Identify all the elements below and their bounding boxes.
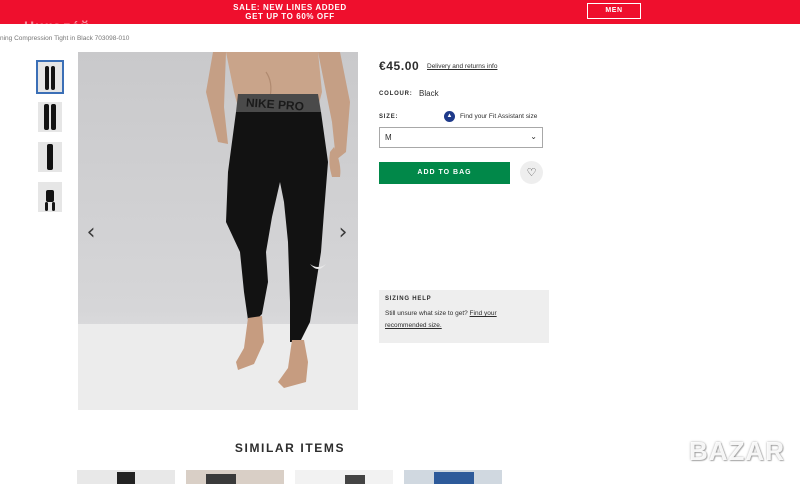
size-select[interactable]: M ⌄ bbox=[379, 127, 543, 148]
colour-label: COLOUR: bbox=[379, 91, 413, 97]
banner-line-1: SALE: NEW LINES ADDED bbox=[233, 3, 347, 12]
size-selected-value: M bbox=[385, 133, 392, 142]
chevron-down-icon: ⌄ bbox=[530, 132, 537, 141]
thumbnail-2[interactable] bbox=[38, 102, 62, 132]
fit-assistant-icon[interactable]: ▲ bbox=[444, 111, 455, 122]
thumbnail-list bbox=[36, 60, 64, 222]
recommended-size-link-part2[interactable]: recommended size. bbox=[385, 322, 442, 329]
product-image[interactable]: NIKE PRO ‹ › bbox=[78, 52, 358, 410]
watermark-logo: BAZAR bbox=[689, 436, 785, 466]
similar-item-card[interactable] bbox=[186, 470, 284, 484]
model-figure: NIKE PRO bbox=[206, 52, 350, 388]
delivery-returns-link[interactable]: Delivery and returns info bbox=[427, 63, 497, 70]
similar-item-card[interactable] bbox=[404, 470, 502, 484]
fit-assistant-link[interactable]: Find your Fit Assistant size bbox=[460, 113, 537, 120]
sizing-help-text: Still unsure what size to get? Find your… bbox=[385, 308, 543, 332]
sizing-help-title: SIZING HELP bbox=[385, 296, 432, 302]
colour-value: Black bbox=[419, 89, 439, 98]
sizing-help-panel: SIZING HELP Still unsure what size to ge… bbox=[379, 290, 549, 343]
size-label: SIZE: bbox=[379, 114, 399, 120]
similar-items-title: SIMILAR ITEMS bbox=[234, 441, 346, 455]
thumbnail-4[interactable] bbox=[38, 182, 62, 212]
thumbnail-3[interactable] bbox=[38, 142, 62, 172]
banner-line-2: GET UP TO 60% OFF bbox=[245, 12, 335, 21]
previous-image-icon[interactable]: ‹ bbox=[84, 222, 98, 244]
heart-icon[interactable]: ♡ bbox=[520, 161, 543, 184]
similar-item-card[interactable] bbox=[295, 470, 393, 484]
similar-item-card[interactable] bbox=[77, 470, 175, 484]
breadcrumb: ning Compression Tight in Black 703098-0… bbox=[0, 35, 130, 42]
men-button[interactable]: MEN bbox=[587, 3, 641, 19]
thumbnail-1[interactable] bbox=[36, 60, 64, 94]
sale-banner[interactable]: SALE: NEW LINES ADDED GET UP TO 60% OFF … bbox=[0, 0, 800, 34]
watermark-text: Никола́й bbox=[24, 18, 91, 34]
price: €45.00 bbox=[379, 59, 420, 73]
recommended-size-link-part1[interactable]: Find your bbox=[470, 310, 497, 317]
sizing-help-body: Still unsure what size to get? bbox=[385, 310, 470, 317]
add-to-bag-button[interactable]: ADD TO BAG bbox=[379, 162, 510, 184]
next-image-icon[interactable]: › bbox=[336, 222, 350, 244]
